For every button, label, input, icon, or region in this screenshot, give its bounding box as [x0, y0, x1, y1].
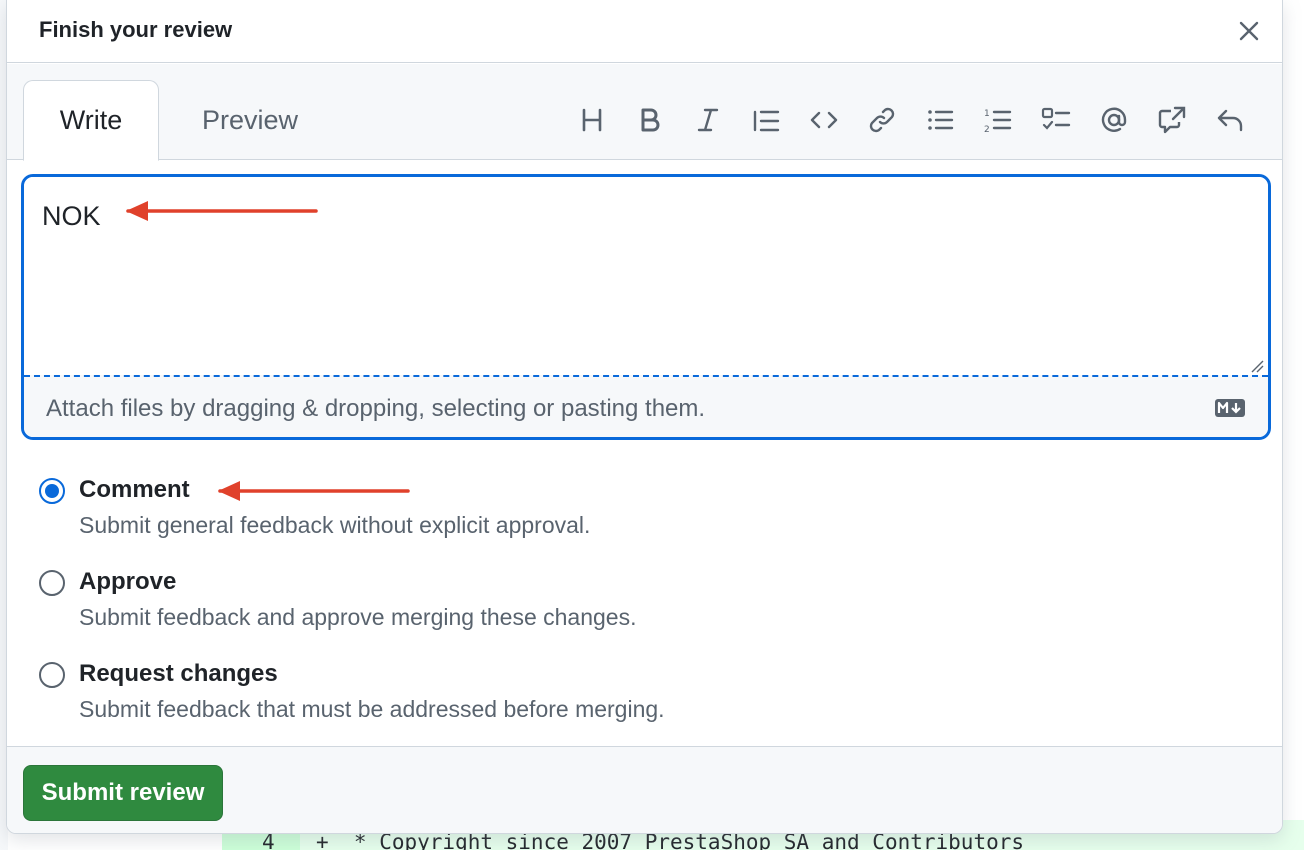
tab-write[interactable]: Write: [23, 80, 159, 161]
annotation-arrow-comment: [218, 481, 410, 501]
reply-icon: [1217, 109, 1243, 132]
attach-files-hint: Attach files by dragging & dropping, sel…: [46, 395, 706, 422]
option-label: Request changes: [79, 660, 278, 687]
link-button[interactable]: [853, 100, 911, 140]
dialog-header: Finish your review: [7, 0, 1282, 63]
mention-button[interactable]: [1085, 100, 1143, 140]
reply-button[interactable]: [1201, 100, 1259, 140]
dialog-footer: Submit review: [7, 746, 1282, 833]
option-request-changes[interactable]: Request changes Submit feedback that mus…: [37, 658, 937, 738]
submit-review-button[interactable]: Submit review: [23, 765, 223, 821]
bold-button[interactable]: [621, 100, 679, 140]
option-approve[interactable]: Approve Submit feedback and approve merg…: [37, 566, 937, 646]
request-changes-radio[interactable]: [39, 662, 65, 688]
close-button[interactable]: [1234, 16, 1264, 46]
comment-radio[interactable]: [39, 478, 65, 504]
option-comment[interactable]: Comment Submit general feedback without …: [37, 474, 937, 554]
italic-button[interactable]: [679, 100, 737, 140]
link-icon: [869, 107, 895, 133]
quote-button[interactable]: [737, 100, 795, 140]
dialog-title: Finish your review: [39, 17, 233, 42]
option-label: Approve: [79, 568, 177, 595]
cross-reference-icon: [1158, 106, 1186, 134]
task-list-button[interactable]: [1027, 100, 1085, 140]
unordered-list-icon: [928, 110, 954, 130]
code-icon: [810, 111, 838, 129]
option-description: Submit feedback that must be addressed b…: [79, 696, 665, 722]
option-label: Comment: [79, 476, 190, 503]
markdown-icon: [1215, 399, 1245, 417]
cross-reference-button[interactable]: [1143, 100, 1201, 140]
heading-icon: [582, 108, 602, 132]
resize-handle-icon[interactable]: [1250, 359, 1264, 373]
unordered-list-button[interactable]: [911, 100, 969, 140]
quote-icon: [753, 110, 780, 132]
svg-text:1: 1: [984, 109, 990, 119]
svg-text:2: 2: [984, 125, 990, 135]
mention-icon: [1101, 107, 1127, 132]
close-icon: [1239, 21, 1259, 41]
option-description: Submit feedback and approve merging thes…: [79, 604, 637, 630]
task-list-icon: [1041, 107, 1071, 130]
file-attachment-bar[interactable]: Attach files by dragging & dropping, sel…: [24, 375, 1268, 437]
bold-icon: [641, 108, 660, 132]
finish-review-dialog: Finish your review Write Preview 1 2 NOK…: [6, 0, 1283, 834]
code-button[interactable]: [795, 100, 853, 140]
annotation-arrow-editor: [126, 201, 318, 221]
markdown-toolbar: 12: [563, 100, 1259, 140]
option-description: Submit general feedback without explicit…: [79, 512, 591, 538]
ordered-list-button[interactable]: 12: [969, 100, 1027, 140]
editor-tabbar: Write Preview 1 2: [7, 64, 1282, 161]
approve-radio[interactable]: [39, 570, 65, 596]
italic-icon: [697, 108, 719, 132]
ordered-list-icon: 12: [984, 109, 1012, 135]
heading-button[interactable]: [563, 100, 621, 140]
tab-preview[interactable]: Preview: [175, 80, 325, 161]
